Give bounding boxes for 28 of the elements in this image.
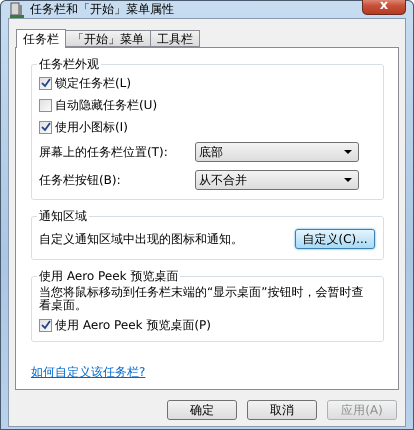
- help-link[interactable]: 如何自定义该任务栏?: [31, 364, 384, 381]
- checkbox-label: 锁定任务栏(L): [55, 74, 132, 92]
- dropdown-label: 屏幕上的任务栏位置(T):: [39, 144, 169, 160]
- checkbox[interactable]: [39, 76, 52, 90]
- group-title: 任务栏外观: [38, 56, 100, 73]
- group-title: 通知区域: [38, 208, 88, 225]
- dropdown[interactable]: 底部: [195, 142, 359, 162]
- checkbox-label: 自动隐藏任务栏(U): [55, 96, 158, 114]
- checkbox[interactable]: [39, 98, 52, 112]
- group-title: 使用 Aero Peek 预览桌面: [38, 268, 180, 285]
- tab[interactable]: 任务栏: [16, 29, 66, 48]
- dropdown[interactable]: 从不合并: [195, 170, 359, 190]
- close-button[interactable]: x: [362, 0, 406, 15]
- window-title: 任务栏和「开始」菜单属性: [30, 1, 175, 18]
- tab[interactable]: 工具栏: [150, 30, 200, 47]
- checkbox[interactable]: [39, 120, 52, 134]
- dropdown-label: 任务栏按钮(B):: [39, 172, 122, 188]
- dialog-button[interactable]: 取消: [247, 400, 317, 420]
- customize-button[interactable]: 自定义(C)...: [295, 229, 375, 249]
- tab[interactable]: 「开始」菜单: [65, 30, 151, 47]
- checkbox-label: 使用 Aero Peek 预览桌面(P): [55, 316, 211, 334]
- description-text: 当您将鼠标移动到任务栏末端的“显示桌面”按钮时，会暂时查看桌面。: [39, 286, 364, 312]
- checkbox-label: 使用小图标(I): [55, 118, 128, 136]
- dialog-button[interactable]: 确定: [167, 400, 237, 420]
- dropdown-arrow-icon: [344, 150, 352, 154]
- checkbox[interactable]: [39, 318, 52, 332]
- description-text: 自定义通知区域中出现的图标和通知。: [39, 230, 243, 248]
- dropdown-arrow-icon: [344, 178, 352, 182]
